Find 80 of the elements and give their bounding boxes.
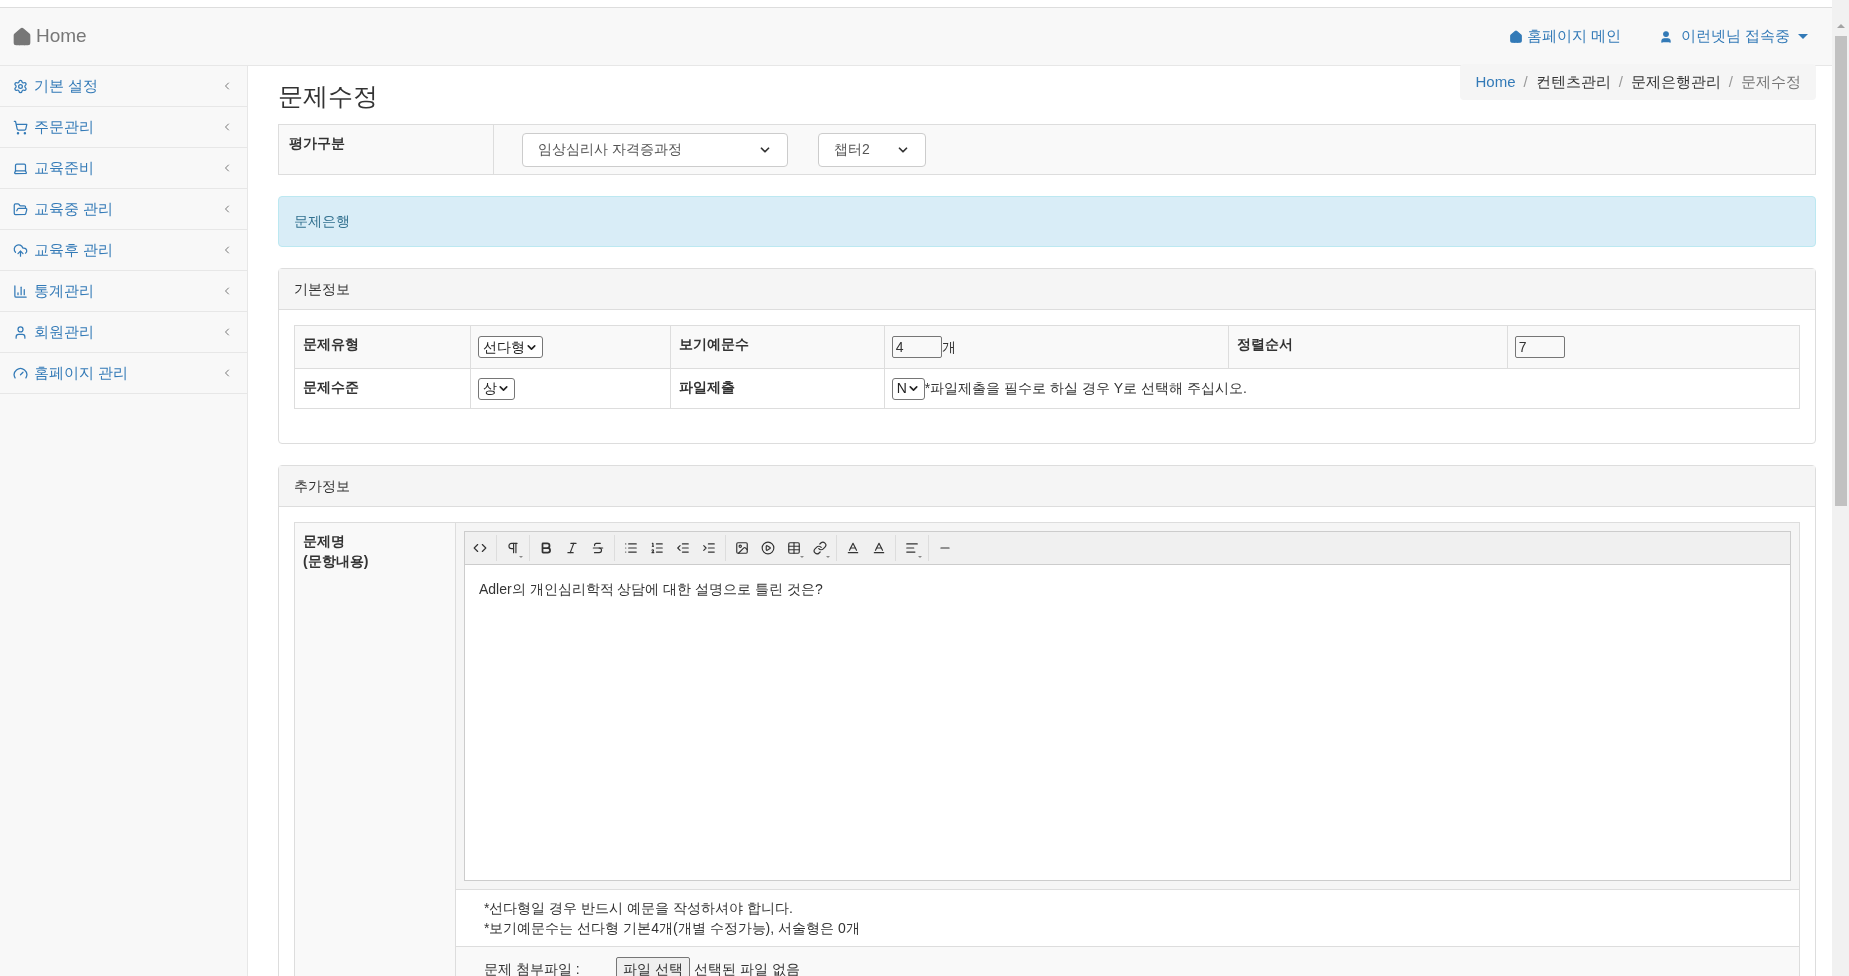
page-title: 문제수정 — [278, 81, 378, 112]
gauge-icon — [13, 365, 28, 381]
caret-icon — [918, 556, 922, 558]
breadcrumb-item: 문제은행관리 — [1630, 71, 1721, 92]
user-menu[interactable]: 이런넷님 접속중 — [1658, 25, 1808, 48]
panel-heading: 추가정보 — [279, 466, 1815, 507]
field-note: *파일제출을 필수로 하실 경우 Y로 선택해 주십시오. — [924, 379, 1247, 398]
image-icon — [735, 541, 749, 555]
home-icon — [1508, 29, 1523, 44]
user-icon — [1658, 29, 1673, 44]
video-icon — [761, 541, 775, 555]
home-icon — [12, 26, 32, 47]
code-view-icon — [473, 541, 487, 555]
caret-icon — [800, 556, 804, 558]
caret-icon — [519, 556, 523, 558]
field-note: 개 — [941, 337, 956, 357]
sidebar-item[interactable]: 회원관리 — [0, 312, 247, 353]
strikethrough-icon — [591, 541, 605, 555]
folder-icon — [13, 201, 28, 217]
gears-icon — [13, 78, 28, 94]
breadcrumb-separator: / — [1727, 71, 1734, 92]
editor-content[interactable]: Adler의 개인심리학적 상담에 대한 설명으로 틀린 것은? — [465, 565, 1790, 880]
laptop-icon — [13, 160, 28, 176]
field-label: 보기예문수 — [670, 325, 885, 369]
bar-chart-icon — [13, 283, 28, 299]
cloud-upload-icon — [13, 242, 28, 258]
attachment-label: 문제 첨부파일 : — [484, 959, 581, 976]
cart-icon — [13, 119, 28, 135]
homepage-link[interactable]: 홈페이지 메인 — [1508, 25, 1621, 48]
help-note: *보기예문수는 선다형 기본4개(개별 수정가능), 서술형은 0개 — [484, 919, 861, 938]
outdent-icon — [676, 541, 690, 555]
scroll-up-icon — [1836, 24, 1845, 28]
bullet-list-icon — [624, 541, 638, 555]
scrollbar[interactable] — [1832, 0, 1849, 976]
field-label: 파일제출 — [670, 368, 885, 409]
info-alert: 문제은행 — [278, 196, 1816, 247]
italic-icon — [565, 541, 579, 555]
breadcrumb-item: 컨텐츠관리 — [1535, 71, 1611, 92]
course-select[interactable]: 임상심리사 자격증과정 — [522, 132, 788, 167]
align-icon — [905, 541, 919, 555]
help-note: *선다형일 경우 반드시 예문을 작성하셔야 합니다. — [484, 899, 794, 918]
breadcrumb-link[interactable]: Home — [1475, 70, 1516, 94]
sidebar-item[interactable]: 주문관리 — [0, 107, 247, 148]
breadcrumb-separator: / — [1617, 71, 1624, 92]
sidebar-item[interactable]: 교육후 관리 — [0, 230, 247, 271]
bold-icon — [539, 541, 553, 555]
number-input[interactable]: 7 — [1514, 336, 1565, 358]
sidebar-item[interactable]: 교육준비 — [0, 148, 247, 189]
caret-icon — [826, 556, 830, 558]
field-label: 문제명 (문항내용) — [295, 523, 456, 976]
sidebar-item[interactable]: 통계관리 — [0, 271, 247, 312]
question-text: Adler의 개인심리학적 상담에 대한 설명으로 틀린 것은? — [479, 581, 823, 597]
field-label: 문제수준 — [294, 368, 471, 409]
chapter-select[interactable]: 챕터2 — [818, 132, 926, 167]
file-choose-button[interactable]: 파일 선택 — [616, 957, 690, 976]
indent-icon — [702, 541, 716, 555]
user-icon — [13, 324, 28, 340]
breadcrumb-separator: / — [1522, 71, 1529, 92]
value-select[interactable]: 선다형 — [478, 336, 543, 358]
panel-heading: 기본정보 — [279, 269, 1815, 310]
field-label: 문제유형 — [294, 325, 471, 369]
table-icon — [787, 541, 801, 555]
font-color-icon — [846, 541, 860, 555]
highlight-color-icon — [872, 541, 886, 555]
value-select[interactable]: N — [891, 377, 925, 400]
breadcrumb-item: 문제수정 — [1741, 71, 1801, 92]
scrollbar-thumb[interactable] — [1834, 36, 1847, 506]
link-icon — [813, 541, 827, 555]
number-input[interactable]: 4 — [891, 336, 942, 358]
value-select[interactable]: 상 — [478, 377, 515, 400]
field-label: 정렬순서 — [1228, 325, 1508, 369]
sidebar-item[interactable]: 교육중 관리 — [0, 189, 247, 230]
numbered-list-icon — [650, 541, 664, 555]
home-link[interactable]: Home — [12, 22, 87, 51]
sidebar-item[interactable]: 홈페이지 관리 — [0, 353, 247, 394]
paragraph-icon — [506, 541, 520, 555]
evaluation-label: 평가구분 — [279, 125, 494, 174]
sidebar-item[interactable]: 기본 설정 — [0, 66, 247, 107]
file-status: 선택된 파일 없음 — [693, 959, 800, 976]
caret-icon — [1798, 34, 1808, 39]
